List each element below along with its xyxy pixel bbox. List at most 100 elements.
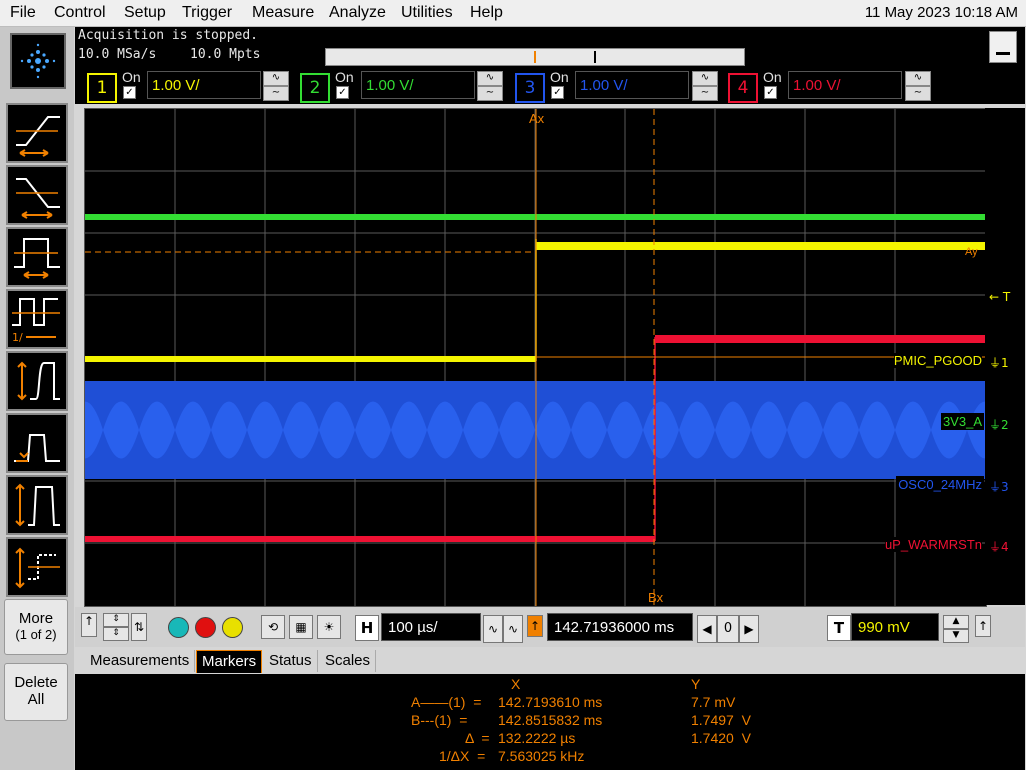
channel-1-scale[interactable]: 1.00 V/ xyxy=(147,71,261,99)
channel-3-button[interactable]: 3 xyxy=(515,73,545,103)
channel-1-button[interactable]: 1 xyxy=(87,73,117,103)
run-button[interactable] xyxy=(168,617,189,638)
channel-2-coupling-dc[interactable]: ∼ xyxy=(477,86,503,101)
channel-4-ref-number: 4 xyxy=(1001,540,1009,554)
channel-2-ref-number: 2 xyxy=(1001,418,1009,432)
channel-1-coupling-dc[interactable]: ∼ xyxy=(263,86,289,101)
menu-control[interactable]: Control xyxy=(54,4,106,22)
amplitude-trigger-button[interactable] xyxy=(6,475,68,535)
default-setup-icon[interactable]: ▦ xyxy=(289,615,313,639)
trigger-level-to-50-icon[interactable]: ↑ xyxy=(975,615,991,637)
waveform-display[interactable]: Ax Bx Ay PMIC_PGOOD 3V3_A OSC0_24MHz uP_… xyxy=(84,108,987,607)
stop-button[interactable] xyxy=(195,617,216,638)
period-trigger-button[interactable]: 1/ xyxy=(6,289,68,349)
more-button[interactable]: More (1 of 2) xyxy=(4,599,68,655)
channel-1-on-checkbox[interactable]: ✓ xyxy=(123,86,136,99)
channel-3-coupling-dc[interactable]: ∼ xyxy=(692,86,718,101)
channel-1-coupling-ac[interactable]: ∿ xyxy=(263,71,289,86)
channel-2-button[interactable]: 2 xyxy=(300,73,330,103)
horizontal-button[interactable]: H xyxy=(355,615,379,641)
menu-analyze[interactable]: Analyze xyxy=(329,4,386,22)
channel-3-scale[interactable]: 1.00 V/ xyxy=(575,71,689,99)
channel-4-on-checkbox[interactable]: ✓ xyxy=(764,86,777,99)
runt-trigger-button[interactable] xyxy=(6,413,68,473)
scroll-icon[interactable]: ⇅ xyxy=(131,613,147,641)
channel-1-ref-number: 1 xyxy=(1001,356,1009,370)
marker-b-x-value: 142.8515832 ms xyxy=(498,712,603,728)
channel-1-on-label: On xyxy=(122,69,141,85)
menu-help[interactable]: Help xyxy=(470,4,503,22)
channel-3-coupling-ac[interactable]: ∿ xyxy=(692,71,718,86)
channel-3-on-checkbox[interactable]: ✓ xyxy=(551,86,564,99)
channel-4-trace-high xyxy=(655,335,986,343)
autoscale-icon[interactable]: ⟲ xyxy=(261,615,285,639)
channel-2-label: 3V3_A xyxy=(940,413,984,430)
pulse-width-trigger-button[interactable] xyxy=(6,227,68,287)
time-per-division[interactable]: 100 µs/ xyxy=(381,613,481,641)
minimize-icon xyxy=(996,52,1010,55)
tab-measurements[interactable]: Measurements xyxy=(85,650,196,672)
channel-4-coupling-ac[interactable]: ∿ xyxy=(905,71,931,86)
delete-all-button[interactable]: Delete All xyxy=(4,663,68,721)
channel-4-trace-low xyxy=(85,536,655,542)
channel-1-trace-low xyxy=(85,356,536,362)
channel-3-on-label: On xyxy=(550,69,569,85)
delta-y-value: 1.7420 V xyxy=(691,730,751,746)
zoom-out-icon[interactable]: ⇕ xyxy=(103,627,129,641)
pointer-icon[interactable]: ↑ xyxy=(81,613,97,637)
inverse-delta-x-value: 7.563025 kHz xyxy=(498,748,585,764)
channel-2-on-label: On xyxy=(335,69,354,85)
channel-4-scale[interactable]: 1.00 V/ xyxy=(788,71,902,99)
rising-edge-trigger-button[interactable] xyxy=(6,103,68,163)
channel-4-on-label: On xyxy=(763,69,782,85)
zoom-in-icon[interactable]: ⇕ xyxy=(103,613,129,627)
tab-markers[interactable]: Markers xyxy=(196,650,263,673)
tab-status[interactable]: Status xyxy=(264,650,318,672)
delay-right-icon[interactable]: ▶ xyxy=(739,615,759,643)
trigger-level[interactable]: 990 mV xyxy=(851,613,939,641)
horizontal-scale-fine-icon[interactable]: ∿ xyxy=(503,615,523,643)
trigger-level-up-icon[interactable]: ▲ xyxy=(943,615,969,629)
menu-trigger[interactable]: Trigger xyxy=(182,4,232,22)
delay-left-icon[interactable]: ◀ xyxy=(697,615,717,643)
channel-4-button[interactable]: 4 xyxy=(728,73,758,103)
channel-1-ground-icon[interactable]: ⏚1 xyxy=(989,354,1009,371)
svg-text:1/: 1/ xyxy=(12,331,23,344)
trigger-position-icon[interactable]: ↑ xyxy=(527,615,543,637)
glitch-trigger-button[interactable] xyxy=(6,537,68,597)
brightness-icon[interactable]: ☀ xyxy=(317,615,341,639)
marker-a-label: Ax xyxy=(529,111,545,126)
channel-2-coupling-ac[interactable]: ∿ xyxy=(477,71,503,86)
delay-zero-button[interactable]: 0 xyxy=(717,615,739,643)
delete-label-2: All xyxy=(27,691,45,708)
channel-4-ground-icon[interactable]: ⏚4 xyxy=(989,538,1009,555)
menu-file[interactable]: File xyxy=(10,4,36,22)
menu-utilities[interactable]: Utilities xyxy=(401,4,453,22)
minimize-button[interactable] xyxy=(989,31,1017,63)
channel-2-on-checkbox[interactable]: ✓ xyxy=(336,86,349,99)
single-button[interactable] xyxy=(222,617,243,638)
memory-position-bar[interactable] xyxy=(325,48,745,66)
left-panel: 1/ More (1 of 2) Delete All xyxy=(0,27,74,770)
menu-bar: File Control Setup Trigger Measure Analy… xyxy=(0,0,1026,27)
date-time: 11 May 2023 10:18 AM xyxy=(864,4,1018,21)
channel-2-scale[interactable]: 1.00 V/ xyxy=(361,71,475,99)
menu-setup[interactable]: Setup xyxy=(124,4,166,22)
trigger-button[interactable]: T xyxy=(827,615,851,641)
trigger-level-down-icon[interactable]: ▼ xyxy=(943,629,969,643)
sample-rate: 10.0 MSa/s xyxy=(78,47,157,62)
channel-2-ground-icon[interactable]: ⏚2 xyxy=(989,416,1009,433)
trigger-label: T xyxy=(1002,290,1011,304)
tab-scales[interactable]: Scales xyxy=(320,650,377,672)
channel-4-coupling-dc[interactable]: ∼ xyxy=(905,86,931,101)
inverse-delta-row-label: 1/ΔX = xyxy=(439,748,486,764)
delta-row-label: Δ = xyxy=(465,730,490,746)
horizontal-delay[interactable]: 142.71936000 ms xyxy=(547,613,693,641)
falling-edge-trigger-button[interactable] xyxy=(6,165,68,225)
channel-3-ground-icon[interactable]: ⏚3 xyxy=(989,478,1009,495)
trigger-level-marker[interactable]: ← T xyxy=(989,290,1010,304)
horizontal-scale-coarse-icon[interactable]: ∿ xyxy=(483,615,503,643)
menu-measure[interactable]: Measure xyxy=(252,4,314,22)
trigger-position-marker xyxy=(534,51,536,63)
rise-time-trigger-button[interactable] xyxy=(6,351,68,411)
